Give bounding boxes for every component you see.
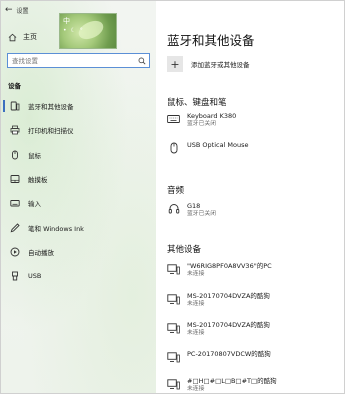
computer-icon xyxy=(167,378,180,390)
group-title-other-devices: 其他设备 xyxy=(167,245,202,255)
add-icon: + xyxy=(167,56,183,72)
computer-icon xyxy=(167,293,180,305)
device-usb-optical-mouse[interactable]: USB Optical Mouse xyxy=(167,141,249,154)
device-text: Keyboard K380 蓝牙已关闭 xyxy=(187,112,236,128)
mouse-icon xyxy=(167,142,180,154)
device-other-5[interactable]: #□H□#□L□B□#T□的酷狗 未连接 xyxy=(167,377,277,393)
device-name: USB Optical Mouse xyxy=(187,141,249,149)
keyboard-icon xyxy=(10,198,20,208)
device-text: G18 蓝牙已关闭 xyxy=(187,202,216,218)
device-other-3[interactable]: MS-20170704DVZA的酷狗 未连接 xyxy=(167,321,270,337)
device-text: MS-20170704DVZA的酷狗 未连接 xyxy=(187,321,270,337)
device-keyboard-k380[interactable]: Keyboard K380 蓝牙已关闭 xyxy=(167,112,236,128)
device-name: MS-20170704DVZA的酷狗 xyxy=(187,292,270,300)
sidebar: ← 设置 中 • ☾ ° 主页 设备 xyxy=(1,1,156,393)
sidebar-item-label: 输入 xyxy=(28,200,41,209)
sidebar-item-label: 笔和 Windows Ink xyxy=(28,224,84,233)
wallpaper-thumbnail: 中 • ☾ ° xyxy=(59,13,117,49)
sidebar-section-devices: 设备 xyxy=(8,82,21,90)
device-name: MS-20170704DVZA的酷狗 xyxy=(187,321,270,329)
device-name: Keyboard K380 xyxy=(187,112,237,120)
device-name: "W6RIG8PF0A8VV36"的PC xyxy=(187,262,272,270)
sidebar-item-typing[interactable]: 输入 xyxy=(1,191,156,215)
computer-icon xyxy=(167,322,180,334)
pen-icon xyxy=(10,222,20,233)
content-pane: 蓝牙和其他设备 + 添加蓝牙或其他设备 鼠标、键盘和笔 Keyboard K38… xyxy=(156,1,344,393)
device-other-2[interactable]: MS-20170704DVZA的酷狗 未连接 xyxy=(167,292,270,308)
printer-icon xyxy=(10,125,20,135)
touchpad-icon xyxy=(10,174,20,184)
device-text: #□H□#□L□B□#T□的酷狗 未连接 xyxy=(187,377,277,393)
settings-window: ← 设置 中 • ☾ ° 主页 设备 xyxy=(0,0,345,394)
headset-icon xyxy=(167,203,180,215)
sidebar-item-pen[interactable]: 笔和 Windows Ink xyxy=(1,215,156,239)
device-other-1[interactable]: "W6RIG8PF0A8VV36"的PC 未连接 xyxy=(167,262,272,278)
home-icon xyxy=(8,33,17,42)
sidebar-item-usb[interactable]: USB xyxy=(1,264,156,288)
page-title: 蓝牙和其他设备 xyxy=(167,33,255,48)
window-title: 设置 xyxy=(16,7,29,15)
title-bar: ← 设置 xyxy=(5,3,29,17)
search-icon[interactable] xyxy=(135,57,149,65)
sidebar-item-mouse[interactable]: 鼠标 xyxy=(1,143,156,167)
device-status: 蓝牙已关闭 xyxy=(187,121,216,127)
ime-indicator: 中 xyxy=(63,17,70,25)
search-input[interactable] xyxy=(8,55,135,66)
search-box[interactable] xyxy=(7,53,150,68)
device-status: 未连接 xyxy=(187,301,205,307)
sidebar-item-label: 打印机和扫描仪 xyxy=(28,127,74,136)
group-title-input-devices: 鼠标、键盘和笔 xyxy=(167,98,227,108)
device-name: #□H□#□L□B□#T□的酷狗 xyxy=(187,377,277,385)
sidebar-item-touchpad[interactable]: 触摸板 xyxy=(1,167,156,191)
add-device-button[interactable]: + 添加蓝牙或其他设备 xyxy=(167,56,250,72)
device-status: 未连接 xyxy=(187,386,205,392)
device-text: "W6RIG8PF0A8VV36"的PC 未连接 xyxy=(187,262,272,278)
ime-toolbar-icons: • ☾ ° xyxy=(63,27,84,34)
group-title-audio: 音频 xyxy=(167,186,185,196)
sidebar-item-home-label: 主页 xyxy=(23,33,37,41)
device-status: 蓝牙已关闭 xyxy=(187,211,216,217)
add-device-label: 添加蓝牙或其他设备 xyxy=(191,61,250,69)
device-g18-headset[interactable]: G18 蓝牙已关闭 xyxy=(167,202,216,218)
sidebar-item-bluetooth[interactable]: 蓝牙和其他设备 xyxy=(1,94,156,118)
sidebar-item-label: 触摸板 xyxy=(28,176,48,185)
bluetooth-devices-icon xyxy=(10,101,20,111)
mouse-icon xyxy=(10,150,20,160)
device-name: PC-20170807VDCW的酷狗 xyxy=(187,350,271,358)
sidebar-item-label: 蓝牙和其他设备 xyxy=(28,103,74,112)
sidebar-item-home[interactable]: 主页 xyxy=(8,32,37,42)
sidebar-item-label: 自动播放 xyxy=(28,248,54,257)
keyboard-icon xyxy=(167,113,180,125)
back-arrow-icon[interactable]: ← xyxy=(5,5,13,15)
sidebar-nav: 蓝牙和其他设备 打印机和扫描仪 鼠标 触摸板 输入 笔和 Windows Ink… xyxy=(1,94,156,288)
computer-icon xyxy=(167,263,180,275)
sidebar-item-label: 鼠标 xyxy=(28,151,41,160)
usb-icon xyxy=(10,271,20,281)
sidebar-item-label: USB xyxy=(28,272,42,281)
device-name: G18 xyxy=(187,202,201,210)
autoplay-icon xyxy=(10,247,20,257)
device-status: 未连接 xyxy=(187,271,205,277)
device-status: 未连接 xyxy=(187,330,205,336)
device-text: USB Optical Mouse xyxy=(187,141,249,149)
device-text: PC-20170807VDCW的酷狗 xyxy=(187,350,271,358)
device-other-4[interactable]: PC-20170807VDCW的酷狗 xyxy=(167,350,271,363)
computer-icon xyxy=(167,351,180,363)
sidebar-item-printers[interactable]: 打印机和扫描仪 xyxy=(1,118,156,142)
device-text: MS-20170704DVZA的酷狗 未连接 xyxy=(187,292,270,308)
sidebar-item-autoplay[interactable]: 自动播放 xyxy=(1,240,156,264)
